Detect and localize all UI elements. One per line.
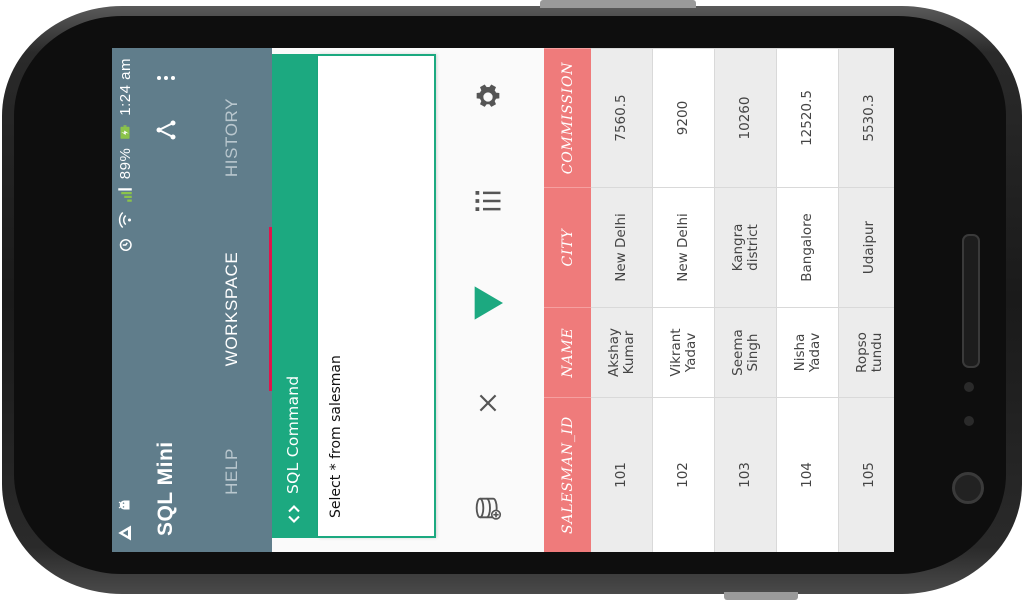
light-sensor — [964, 416, 974, 426]
table-cell: Udaipur — [839, 187, 894, 307]
battery-charging-icon — [120, 124, 130, 139]
proximity-sensor — [964, 382, 974, 392]
sql-query-text[interactable]: Select * from salesman — [328, 355, 344, 518]
wifi-icon — [118, 212, 131, 229]
alarm-icon — [119, 239, 132, 252]
app-screen: 89% 1:24 am SQL Mini HELP WORKSPACE HIST… — [112, 48, 894, 552]
table-cell: New Delhi — [653, 187, 715, 307]
share-icon[interactable] — [154, 118, 178, 142]
run-triangle-icon[interactable] — [468, 283, 508, 323]
volume-button — [540, 0, 696, 8]
table-cell: 105 — [839, 397, 894, 552]
android-debug-icon — [118, 500, 130, 510]
battery-percent: 89% — [116, 147, 134, 180]
table-cell: Kangra district — [715, 187, 777, 307]
database-add-icon[interactable] — [468, 488, 508, 528]
app-bar: SQL Mini — [140, 48, 192, 552]
table-cell: Seema Singh — [715, 307, 777, 397]
table-cell: 12520.5 — [777, 48, 839, 187]
table-cell: 5530.3 — [839, 48, 894, 187]
status-bar: 89% 1:24 am — [112, 48, 140, 552]
column-salesman-id: SALESMAN_ID 101 102 103 104 105 — [544, 397, 894, 552]
tab-bar: HELP WORKSPACE HISTORY — [192, 48, 272, 552]
code-brackets-icon — [288, 505, 300, 523]
columns-icon[interactable] — [468, 181, 508, 221]
header-salesman-id[interactable]: SALESMAN_ID — [544, 397, 591, 552]
table-cell: Vikrant Yadav — [653, 307, 715, 397]
clear-x-icon[interactable] — [468, 383, 508, 423]
header-commission[interactable]: COMMISSION — [544, 48, 591, 187]
table-cell: 7560.5 — [591, 48, 653, 187]
power-button — [724, 592, 798, 600]
table-cell: New Delhi — [591, 187, 653, 307]
header-name[interactable]: NAME — [544, 307, 591, 397]
sql-command-label: SQL Command — [284, 375, 302, 494]
tab-workspace[interactable]: WORKSPACE — [192, 227, 272, 391]
table-cell: 103 — [715, 397, 777, 552]
header-city[interactable]: CITY — [544, 187, 591, 307]
sql-query-editor[interactable]: Select * from salesman — [318, 54, 436, 538]
tab-help[interactable]: HELP — [192, 391, 272, 552]
table-cell: 10260 — [715, 48, 777, 187]
sql-command-header: SQL Command — [272, 54, 318, 538]
query-toolbar — [446, 48, 534, 552]
front-camera — [952, 472, 984, 504]
table-cell: 101 — [591, 397, 653, 552]
app-title: SQL Mini — [154, 441, 177, 536]
results-table: SALESMAN_ID 101 102 103 104 105 NAME Aks… — [544, 48, 894, 552]
table-cell: 9200 — [653, 48, 715, 187]
column-name: NAME Akshay Kumar Vikrant Yadav Seema Si… — [544, 307, 894, 397]
clock: 1:24 am — [116, 58, 134, 116]
tab-history[interactable]: HISTORY — [192, 48, 272, 227]
table-cell: Bangalore — [777, 187, 839, 307]
table-cell: 104 — [777, 397, 839, 552]
table-cell: 102 — [653, 397, 715, 552]
settings-gear-icon[interactable] — [468, 77, 508, 117]
column-commission: COMMISSION 7560.5 9200 10260 12520.5 553… — [544, 48, 894, 187]
warning-triangle-icon — [118, 525, 131, 541]
signal-icon — [118, 188, 132, 202]
column-city: CITY New Delhi New Delhi Kangra district… — [544, 187, 894, 307]
screen: 89% 1:24 am SQL Mini HELP WORKSPACE HIST… — [112, 48, 894, 552]
table-cell: Nisha Yadav — [777, 307, 839, 397]
earpiece-speaker — [962, 234, 980, 368]
more-vert-icon[interactable] — [154, 66, 178, 90]
table-cell: Ropso tundu — [839, 307, 894, 397]
table-cell: Akshay Kumar — [591, 307, 653, 397]
